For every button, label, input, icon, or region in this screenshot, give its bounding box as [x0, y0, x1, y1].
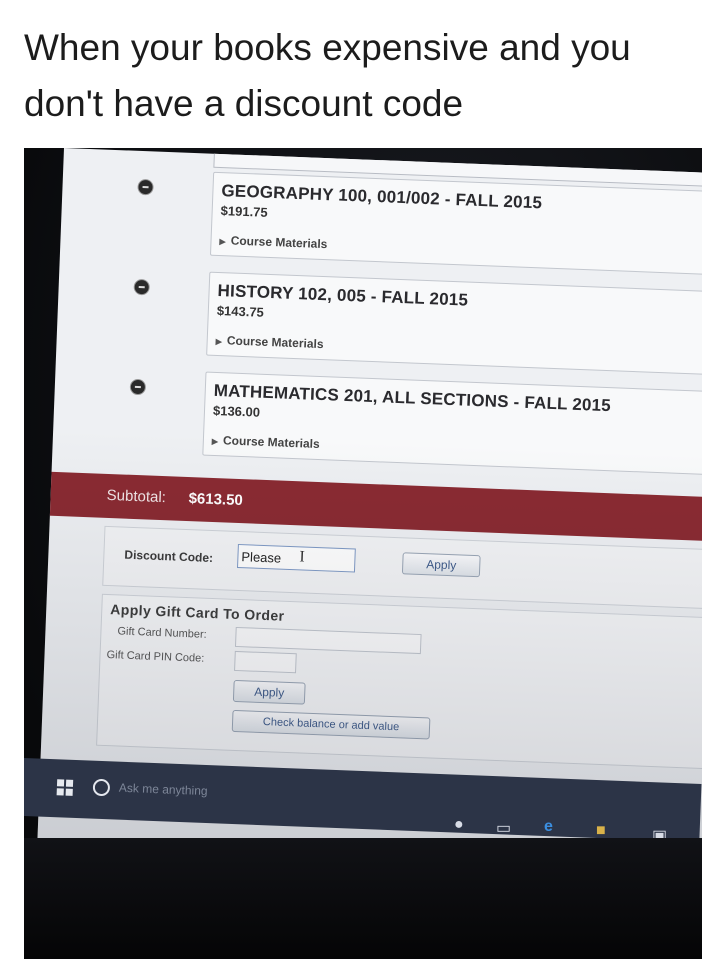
course-materials-label: Course Materials — [226, 333, 324, 352]
course-item: MATHEMATICS 201, ALL SECTIONS - FALL 201… — [202, 371, 702, 477]
gift-card-title: Apply Gift Card To Order — [110, 601, 285, 624]
subtotal-value: $613.50 — [188, 490, 244, 510]
course-name: MATHEMATICS 201, ALL SECTIONS - FALL 201… — [213, 380, 612, 416]
text-cursor-icon: I — [299, 548, 306, 566]
triangle-right-icon: ▶ — [211, 436, 219, 447]
edge-browser-icon[interactable]: e — [544, 818, 553, 836]
monitor: GEOGRAPHY 100, 001/002 - FALL 2015 $191.… — [24, 148, 702, 959]
cortana-icon[interactable] — [92, 778, 111, 797]
task-view-icon[interactable]: ▭ — [496, 818, 511, 838]
discount-code-input[interactable] — [237, 543, 356, 573]
course-materials-label: Course Materials — [222, 433, 320, 452]
course-name: GEOGRAPHY 100, 001/002 - FALL 2015 — [221, 181, 543, 213]
gift-card-section: Apply Gift Card To Order Gift Card Numbe… — [96, 593, 702, 771]
windows-start-icon[interactable] — [56, 779, 74, 796]
course-radio[interactable] — [133, 278, 151, 296]
course-materials-link[interactable]: ▶ Course Materials — [219, 233, 327, 251]
discount-apply-button[interactable]: Apply — [401, 552, 481, 578]
gift-card-pin-input[interactable] — [234, 650, 297, 674]
caption-line-2: don't have a discount code — [24, 83, 464, 124]
gift-card-number-input[interactable] — [234, 626, 422, 655]
course-materials-link[interactable]: ▶ Course Materials — [212, 433, 320, 451]
gift-card-pin-label: Gift Card PIN Code: — [106, 649, 205, 665]
taskbar-search-box[interactable]: Ask me anything — [119, 781, 208, 798]
meme-caption: When your books expensive and you don't … — [24, 20, 704, 132]
discount-code-label: Discount Code: — [124, 547, 214, 566]
course-price: $143.75 — [216, 302, 265, 320]
gift-card-number-label: Gift Card Number: — [117, 625, 207, 641]
check-balance-button[interactable]: Check balance or add value — [231, 709, 431, 740]
course-materials-label: Course Materials — [230, 233, 328, 252]
subtotal-label: Subtotal: — [106, 486, 167, 507]
course-price: $191.75 — [220, 203, 268, 220]
triangle-right-icon: ▶ — [219, 237, 226, 247]
gift-card-apply-button[interactable]: Apply — [232, 679, 306, 705]
caption-line-1: When your books expensive and you — [24, 27, 631, 68]
triangle-right-icon: ▶ — [215, 336, 223, 347]
course-radio[interactable] — [137, 178, 154, 196]
course-item: HISTORY 102, 005 - FALL 2015 $143.75 ▶ Co… — [206, 271, 702, 377]
course-materials-link[interactable]: ▶ Course Materials — [215, 333, 324, 352]
course-item: GEOGRAPHY 100, 001/002 - FALL 2015 $191.… — [209, 171, 702, 277]
course-radio[interactable] — [129, 378, 147, 396]
microphone-icon[interactable]: ● — [454, 816, 464, 834]
course-price: $136.00 — [212, 402, 261, 420]
photo-of-screen: GEOGRAPHY 100, 001/002 - FALL 2015 $191.… — [24, 148, 702, 959]
monitor-bezel — [24, 838, 702, 959]
